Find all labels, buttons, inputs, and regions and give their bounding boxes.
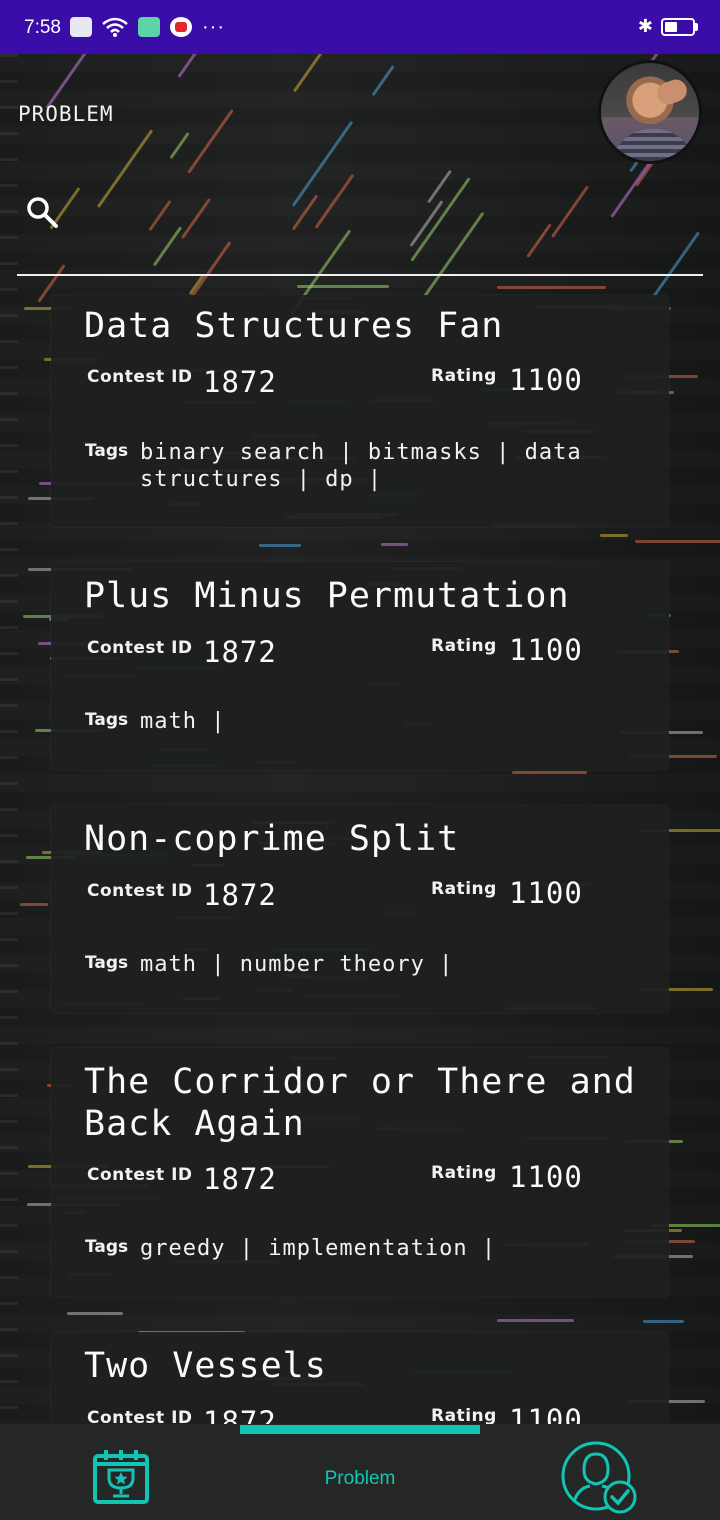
rating-value: 1100 xyxy=(509,1160,583,1194)
avatar-shirt xyxy=(611,129,695,161)
active-tab-indicator xyxy=(240,1425,480,1434)
rating-label: Rating xyxy=(431,1163,497,1183)
rating-label: Rating xyxy=(431,1406,497,1424)
code-streak xyxy=(427,170,453,204)
code-streak xyxy=(66,1311,124,1315)
rating-value: 1100 xyxy=(509,633,583,667)
problem-title: Data Structures Fan xyxy=(84,306,504,346)
wifi-icon xyxy=(102,17,128,37)
rating-value: 1100 xyxy=(509,876,583,910)
code-streak xyxy=(423,212,485,298)
bluetooth-icon: ✱ xyxy=(637,16,653,36)
more-dots-icon: ··· xyxy=(202,16,225,38)
status-time: 7:58 xyxy=(24,17,61,38)
rating-label: Rating xyxy=(431,366,497,386)
tags-label: Tags xyxy=(85,953,129,973)
youtube-icon xyxy=(170,17,192,37)
code-streak xyxy=(496,1319,574,1323)
status-right: ✱ xyxy=(638,16,698,37)
code-streak xyxy=(410,176,471,262)
contest-id-value: 1872 xyxy=(203,1162,277,1196)
problem-card[interactable]: Plus Minus Permutation Contest ID 1872 R… xyxy=(51,562,669,770)
contest-id-value: 1872 xyxy=(203,878,277,912)
tags-label: Tags xyxy=(85,441,129,461)
code-streak xyxy=(189,240,232,301)
code-streak xyxy=(526,223,552,258)
code-streak xyxy=(258,543,302,547)
problem-title: The Corridor or There and Back Again xyxy=(84,1062,636,1144)
code-streak xyxy=(20,902,48,906)
code-streak xyxy=(291,120,354,207)
problem-card[interactable]: Two Vessels Contest ID 1872 Rating 1100 xyxy=(51,1332,669,1424)
code-streak xyxy=(297,285,390,289)
contest-id-label: Contest ID xyxy=(87,1165,193,1185)
problem-card[interactable]: Data Structures Fan Contest ID 1872 Rati… xyxy=(51,295,669,527)
page-title: PROBLEM xyxy=(18,102,114,126)
problem-card[interactable]: Non-coprime Split Contest ID 1872 Rating… xyxy=(51,805,669,1013)
contest-id-label: Contest ID xyxy=(87,1408,193,1424)
profile-check-icon[interactable] xyxy=(560,1440,640,1516)
avatar-hand xyxy=(654,76,690,108)
code-streak xyxy=(650,231,700,300)
tags-label: Tags xyxy=(85,710,129,730)
contest-id-label: Contest ID xyxy=(87,638,193,658)
contest-id-value: 1872 xyxy=(203,1405,277,1424)
tags-value: math | number theory | xyxy=(140,952,454,977)
code-streak xyxy=(642,1319,684,1323)
code-streak xyxy=(381,542,408,546)
line-number-gutter xyxy=(0,54,18,1424)
code-streak xyxy=(153,226,183,267)
code-streak xyxy=(496,285,606,289)
contest-id-label: Contest ID xyxy=(87,367,193,387)
code-streak xyxy=(635,539,720,543)
code-streak xyxy=(292,54,339,93)
battery-icon xyxy=(661,17,695,36)
app-icon xyxy=(138,17,160,37)
rating-value: 1100 xyxy=(509,1403,583,1424)
code-streak xyxy=(314,173,355,229)
contest-id-value: 1872 xyxy=(203,635,277,669)
code-streak xyxy=(97,128,154,208)
code-streak xyxy=(600,533,628,537)
problem-title: Non-coprime Split xyxy=(84,819,460,859)
code-streak xyxy=(551,185,590,238)
contest-id-label: Contest ID xyxy=(87,881,193,901)
user-avatar[interactable] xyxy=(598,60,702,164)
code-streak xyxy=(148,199,173,232)
code-streak xyxy=(187,108,234,174)
status-bar: 7:58 ··· ✱ xyxy=(0,0,720,54)
rating-label: Rating xyxy=(431,636,497,656)
code-streak xyxy=(181,198,212,240)
rating-label: Rating xyxy=(431,879,497,899)
header-divider xyxy=(17,274,703,276)
rating-value: 1100 xyxy=(509,363,583,397)
problem-card[interactable]: The Corridor or There and Back Again Con… xyxy=(51,1048,669,1297)
notification-x-icon xyxy=(70,17,92,37)
code-streak xyxy=(511,770,587,774)
code-streak xyxy=(177,54,204,78)
tags-value: binary search | bitmasks | data structur… xyxy=(140,440,582,492)
battery-tip xyxy=(695,22,698,31)
problem-title: Plus Minus Permutation xyxy=(84,576,570,616)
status-icons: ··· xyxy=(70,17,225,37)
tags-value: math | xyxy=(140,709,226,734)
tags-label: Tags xyxy=(85,1237,129,1257)
code-streak xyxy=(371,64,396,96)
code-streak xyxy=(169,132,190,160)
problem-title: Two Vessels xyxy=(84,1346,327,1386)
tags-value: greedy | implementation | xyxy=(140,1236,497,1261)
search-icon[interactable] xyxy=(26,196,58,228)
contest-id-value: 1872 xyxy=(203,365,277,399)
